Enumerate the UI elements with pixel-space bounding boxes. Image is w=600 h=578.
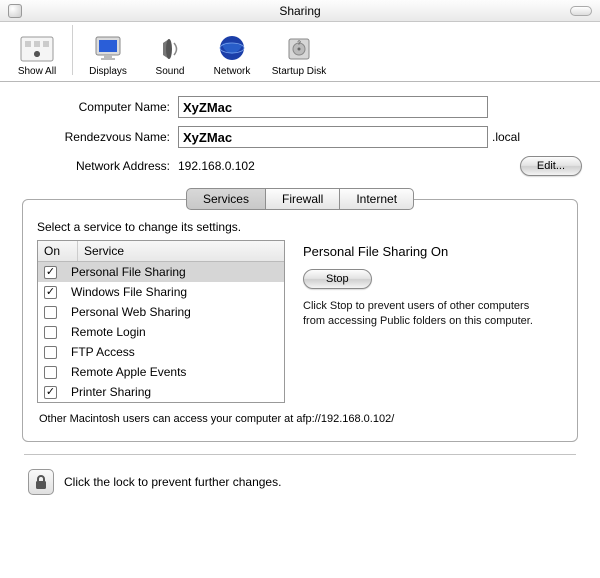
tab-services[interactable]: Services bbox=[186, 188, 266, 210]
services-prompt: Select a service to change its settings. bbox=[37, 220, 563, 234]
service-row[interactable]: Remote Apple Events bbox=[38, 362, 284, 382]
titlebar: Sharing bbox=[0, 0, 600, 22]
service-detail: Personal File Sharing On Stop Click Stop… bbox=[303, 240, 563, 403]
tab-internet[interactable]: Internet bbox=[340, 188, 414, 210]
service-row[interactable]: ✓ Personal File Sharing bbox=[38, 262, 284, 282]
tab-bar: Services Firewall Internet bbox=[186, 188, 414, 210]
service-row[interactable]: Personal Web Sharing bbox=[38, 302, 284, 322]
services-pane: Select a service to change its settings.… bbox=[22, 199, 578, 442]
globe-icon bbox=[214, 30, 250, 66]
service-label: Personal Web Sharing bbox=[71, 305, 191, 319]
tab-firewall[interactable]: Firewall bbox=[266, 188, 340, 210]
access-footer: Other Macintosh users can access your co… bbox=[39, 413, 561, 425]
detail-help-text: Click Stop to prevent users of other com… bbox=[303, 299, 533, 329]
service-label: Remote Login bbox=[71, 325, 146, 339]
col-header-service[interactable]: Service bbox=[78, 241, 284, 261]
toolbar: Show All Displays Sound bbox=[0, 22, 600, 82]
service-checkbox[interactable] bbox=[44, 326, 57, 339]
service-row[interactable]: Remote Login bbox=[38, 322, 284, 342]
lock-icon bbox=[34, 474, 48, 490]
service-row[interactable]: ✓ Printer Sharing bbox=[38, 382, 284, 402]
services-table: On Service ✓ Personal File Sharing ✓ Window… bbox=[37, 240, 285, 403]
toolbar-displays[interactable]: Displays bbox=[77, 30, 139, 79]
rendezvous-name-input[interactable] bbox=[178, 126, 488, 148]
rendezvous-name-label: Rendezvous Name: bbox=[18, 130, 178, 144]
toolbar-label: Startup Disk bbox=[272, 66, 326, 77]
service-checkbox[interactable] bbox=[44, 346, 57, 359]
close-button[interactable] bbox=[8, 4, 22, 18]
service-checkbox[interactable] bbox=[44, 306, 57, 319]
rendezvous-suffix: .local bbox=[492, 130, 520, 144]
service-label: Printer Sharing bbox=[71, 385, 151, 399]
computer-name-input[interactable] bbox=[178, 96, 488, 118]
service-label: Personal File Sharing bbox=[71, 265, 186, 279]
toolbar-label: Sound bbox=[156, 66, 185, 77]
disk-icon: ? bbox=[281, 30, 317, 66]
window-title: Sharing bbox=[279, 4, 320, 18]
service-row[interactable]: FTP Access bbox=[38, 342, 284, 362]
toolbar-label: Show All bbox=[18, 66, 56, 77]
toolbar-separator bbox=[72, 25, 73, 75]
minimize-button[interactable] bbox=[570, 6, 592, 16]
toolbar-startup-disk[interactable]: ? Startup Disk bbox=[263, 30, 335, 79]
display-icon bbox=[90, 30, 126, 66]
toolbar-label: Network bbox=[214, 66, 251, 77]
network-address-label: Network Address: bbox=[18, 159, 178, 173]
toolbar-label: Displays bbox=[89, 66, 127, 77]
service-checkbox[interactable]: ✓ bbox=[44, 386, 57, 399]
speaker-icon bbox=[152, 30, 188, 66]
service-checkbox[interactable]: ✓ bbox=[44, 286, 57, 299]
content-area: Computer Name: Rendezvous Name: .local N… bbox=[0, 82, 600, 509]
service-label: Windows File Sharing bbox=[71, 285, 187, 299]
service-label: FTP Access bbox=[71, 345, 135, 359]
apple-grid-icon bbox=[19, 30, 55, 66]
network-address-value: 192.168.0.102 bbox=[178, 159, 520, 173]
toolbar-sound[interactable]: Sound bbox=[139, 30, 201, 79]
edit-button[interactable]: Edit... bbox=[520, 156, 582, 176]
lock-text: Click the lock to prevent further change… bbox=[64, 475, 281, 489]
service-label: Remote Apple Events bbox=[71, 365, 186, 379]
detail-title: Personal File Sharing On bbox=[303, 244, 563, 259]
computer-name-label: Computer Name: bbox=[18, 100, 178, 114]
toolbar-network[interactable]: Network bbox=[201, 30, 263, 79]
col-header-on[interactable]: On bbox=[38, 241, 78, 261]
stop-button[interactable]: Stop bbox=[303, 269, 372, 289]
lock-button[interactable] bbox=[28, 469, 54, 495]
toolbar-show-all[interactable]: Show All bbox=[6, 30, 68, 79]
service-checkbox[interactable] bbox=[44, 366, 57, 379]
service-checkbox[interactable]: ✓ bbox=[44, 266, 57, 279]
service-row[interactable]: ✓ Windows File Sharing bbox=[38, 282, 284, 302]
